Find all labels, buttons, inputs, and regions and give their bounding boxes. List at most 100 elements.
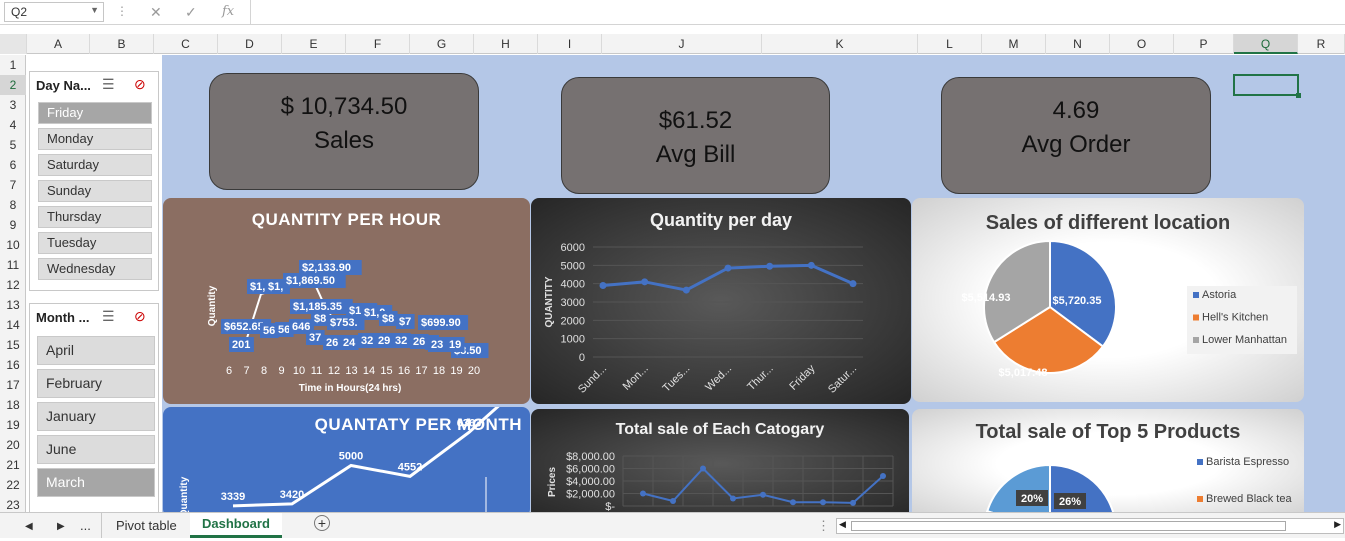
column-header-b[interactable]: B	[90, 34, 154, 54]
quantity-per-hour-chart[interactable]: QUANTITY PER HOUR 6 7 8 9 10 11 12 13 14 15 16 17 18…	[163, 198, 530, 404]
data-point	[760, 491, 766, 498]
column-header-f[interactable]: F	[346, 34, 410, 54]
row-header-9[interactable]: 9	[0, 215, 26, 235]
row-header-16[interactable]: 16	[0, 355, 26, 375]
row-header-12[interactable]: 12	[0, 275, 26, 295]
day-name-slicer[interactable]: Day Na... ☰ ⊘ Friday Monday Saturday Sunday…	[29, 71, 159, 291]
scroll-left-arrow-icon[interactable]: ◀	[839, 519, 846, 530]
row-header-3[interactable]: 3	[0, 95, 26, 115]
y-tick-label: 5000	[561, 260, 585, 272]
multi-select-icon[interactable]: ☰	[102, 76, 115, 93]
svg-text:29: 29	[378, 335, 390, 347]
column-header-p[interactable]: P	[1174, 34, 1234, 54]
legend-label: Lower Manhattan	[1202, 334, 1287, 346]
row-header-15[interactable]: 15	[0, 335, 26, 355]
row-header-7[interactable]: 7	[0, 175, 26, 195]
scroll-right-arrow-icon[interactable]: ▶	[1334, 519, 1341, 530]
row-header-11[interactable]: 11	[0, 255, 26, 275]
more-sheets-button[interactable]: ...	[80, 515, 91, 540]
clear-filter-icon[interactable]: ⊘	[134, 308, 146, 325]
quantity-per-day-chart[interactable]: Quantity per day 6000 5000 4000 3000 2000 100…	[531, 198, 911, 404]
insert-function-icon[interactable]: fx	[222, 4, 234, 19]
row-header-19[interactable]: 19	[0, 415, 26, 435]
y-tick-label: $2,000.00	[566, 489, 615, 501]
data-label: $1,869.50	[283, 273, 346, 288]
sale-by-category-chart[interactable]: Total sale of Each Catogary $8,000.00 $6,…	[531, 409, 909, 512]
month-slicer[interactable]: Month ... ☰ ⊘ April February January June Ma…	[29, 303, 159, 512]
slicer-item-april[interactable]: April	[37, 336, 155, 365]
more-options-icon[interactable]: ⋮	[116, 4, 128, 18]
column-header-i[interactable]: I	[538, 34, 602, 54]
column-header-e[interactable]: E	[282, 34, 346, 54]
slicer-item-sunday[interactable]: Sunday	[38, 180, 152, 202]
y-tick-label: 3000	[561, 297, 585, 309]
legend-label: Hell's Kitchen	[1202, 312, 1268, 324]
scrollbar-thumb[interactable]	[851, 521, 1286, 531]
splitter-icon[interactable]: ⋮	[817, 515, 830, 540]
column-header-o[interactable]: O	[1110, 34, 1174, 54]
quantity-per-month-chart[interactable]: QUANTATY PER MONTH Quantity 3339 3420 5000 4…	[163, 407, 530, 512]
column-header-n[interactable]: N	[1046, 34, 1110, 54]
row-header-1[interactable]: 1	[0, 55, 26, 75]
row-header-8[interactable]: 8	[0, 195, 26, 215]
x-tick-label: 20	[468, 365, 480, 377]
kpi-value: $61.52	[658, 107, 733, 134]
row-header-10[interactable]: 10	[0, 235, 26, 255]
column-header-m[interactable]: M	[982, 34, 1046, 54]
column-header-c[interactable]: C	[154, 34, 218, 54]
column-header-q[interactable]: Q	[1234, 34, 1298, 54]
column-header-h[interactable]: H	[474, 34, 538, 54]
row-header-2[interactable]: 2	[0, 75, 26, 95]
data-label: $5,720.35	[1053, 295, 1102, 307]
tab-pivot-table[interactable]: Pivot table	[101, 513, 191, 538]
column-header-l[interactable]: L	[918, 34, 982, 54]
row-header-14[interactable]: 14	[0, 315, 26, 335]
row-header-18[interactable]: 18	[0, 395, 26, 415]
row-header-20[interactable]: 20	[0, 435, 26, 455]
tab-dashboard[interactable]: Dashboard	[190, 513, 282, 538]
multi-select-icon[interactable]: ☰	[102, 308, 115, 325]
slicer-item-friday[interactable]: Friday	[38, 102, 152, 124]
scroll-left-icon[interactable]: ◀	[25, 516, 33, 541]
data-label: $7	[396, 314, 415, 329]
enter-check-icon[interactable]: ✓	[185, 4, 197, 21]
row-header-5[interactable]: 5	[0, 135, 26, 155]
row-header-17[interactable]: 17	[0, 375, 26, 395]
row-header-22[interactable]: 22	[0, 475, 26, 495]
formula-input[interactable]	[250, 0, 1345, 25]
cancel-icon[interactable]: ✕	[150, 4, 162, 21]
dashboard-sheet: Day Na... ☰ ⊘ Friday Monday Saturday Sunday…	[27, 55, 1345, 512]
slicer-item-january[interactable]: January	[37, 402, 155, 431]
add-sheet-button[interactable]: +	[314, 515, 330, 531]
horizontal-scrollbar[interactable]: ◀ ▶	[836, 518, 1344, 534]
chevron-down-icon[interactable]: ▼	[90, 5, 99, 15]
clear-filter-icon[interactable]: ⊘	[134, 76, 146, 93]
slicer-item-tuesday[interactable]: Tuesday	[38, 232, 152, 254]
column-header-j[interactable]: J	[602, 34, 762, 54]
slicer-item-february[interactable]: February	[37, 369, 155, 398]
column-header-g[interactable]: G	[410, 34, 474, 54]
slicer-item-march[interactable]: March	[37, 468, 155, 497]
top-products-chart[interactable]: Total sale of Top 5 Products 20% 26% Baris…	[912, 409, 1304, 512]
select-all-corner[interactable]	[0, 34, 27, 54]
sales-by-location-chart[interactable]: Sales of different location $5,720.35 $5,…	[912, 198, 1304, 402]
slicer-item-june[interactable]: June	[37, 435, 155, 464]
slicer-item-wednesday[interactable]: Wednesday	[38, 258, 152, 280]
data-point	[730, 495, 736, 502]
row-header-21[interactable]: 21	[0, 455, 26, 475]
column-header-a[interactable]: A	[27, 34, 90, 54]
slicer-item-saturday[interactable]: Saturday	[38, 154, 152, 176]
data-label: $5,017.48	[999, 367, 1048, 379]
slicer-item-monday[interactable]: Monday	[38, 128, 152, 150]
row-header-6[interactable]: 6	[0, 155, 26, 175]
slicer-item-thursday[interactable]: Thursday	[38, 206, 152, 228]
column-header-d[interactable]: D	[218, 34, 282, 54]
selected-cell-q2[interactable]	[1233, 74, 1301, 98]
row-header-13[interactable]: 13	[0, 295, 26, 315]
column-header-r[interactable]: R	[1298, 34, 1345, 54]
svg-text:37: 37	[309, 332, 321, 344]
row-header-4[interactable]: 4	[0, 115, 26, 135]
name-box[interactable]: Q2 ▼	[4, 2, 104, 22]
column-header-k[interactable]: K	[762, 34, 918, 54]
scroll-right-icon[interactable]: ▶	[57, 516, 65, 541]
